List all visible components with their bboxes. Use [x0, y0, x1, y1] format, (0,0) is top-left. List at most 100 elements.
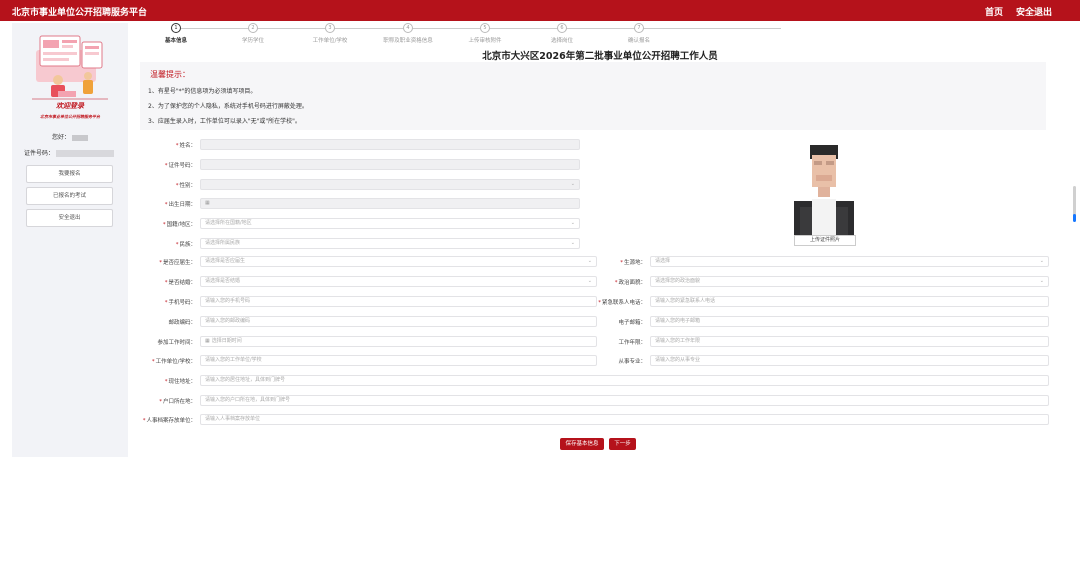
address-label: *现住地址： [164, 379, 196, 385]
greeting-label: 您好： [52, 134, 71, 141]
email-input[interactable]: 请输入您的电子邮箱 [650, 316, 1049, 327]
notice-box: 温馨提示： 1、有星号"*"的信息项为必须填写项目。 2、为了保护您的个人隐私，… [140, 62, 1046, 130]
years-input[interactable]: 请输入您的工作年限 [650, 336, 1049, 347]
nation-label: *国籍/地区： [162, 222, 196, 228]
save-basic-info-button[interactable]: 保存基本信息 [560, 438, 604, 450]
chevron-down-icon: ⌄ [570, 181, 575, 187]
step-number: 5 [480, 23, 490, 33]
step-qualifications[interactable]: 4 职称及职业资格信息 [373, 23, 443, 44]
work-unit-label: *工作单位/学校： [151, 359, 196, 365]
first-job-label: 参加工作时间： [157, 340, 196, 346]
archive-label: *人事档案存放单位： [142, 418, 196, 424]
postal-input[interactable]: 请输入您的邮政编码 [200, 316, 597, 327]
chevron-down-icon: ⌄ [1039, 258, 1044, 264]
emergency-label: *紧急联系人电话： [598, 300, 646, 306]
greeting: 您好： [52, 132, 89, 141]
name-field[interactable] [200, 139, 580, 150]
apply-button[interactable]: 我要报名 [26, 165, 113, 183]
political-label: *政治面貌： [614, 280, 646, 286]
married-label: *是否结婚： [164, 280, 196, 286]
nation-select[interactable]: 请选择所在国籍/地区 ⌄ [200, 218, 580, 229]
step-label: 职称及职业资格信息 [383, 38, 433, 44]
scrollbar-track[interactable] [1073, 186, 1076, 216]
step-education[interactable]: 2 学历学位 [218, 23, 288, 44]
hukou-label: *户口所在地： [159, 399, 196, 405]
id-label: *证件号码： [164, 163, 196, 169]
married-select[interactable]: 请选择是否结婚 ⌄ [200, 276, 597, 287]
gender-select[interactable]: ⌄ [200, 179, 580, 190]
name-label: *姓名： [175, 143, 196, 149]
fresh-grad-label: *是否应届生： [159, 260, 196, 266]
step-number: 2 [248, 23, 258, 33]
origin-select[interactable]: 请选择 ⌄ [650, 256, 1049, 267]
step-label: 选择岗位 [550, 38, 573, 44]
birth-label: *出生日期： [164, 202, 196, 208]
welcome-subtitle: 北京市事业单位公开招聘服务平台 [40, 114, 100, 119]
gender-label: *性别： [175, 183, 196, 189]
step-label: 学历学位 [241, 38, 264, 44]
emergency-input[interactable]: 请输入您的紧急联系人电话 [650, 296, 1049, 307]
ethnic-select[interactable]: 请选择所属民族 ⌄ [200, 238, 580, 249]
step-upload-attachments[interactable]: 5 上传审核附件 [450, 23, 520, 44]
notice-line: 1、有星号"*"的信息项为必须填写项目。 [148, 88, 257, 95]
years-label: 工作年限： [618, 340, 646, 346]
id-number-label: 证件号码： [24, 150, 55, 157]
notice-line: 3、应届生录入时，工作单位可以录入"无"或"所在学校"。 [148, 118, 301, 125]
step-number: 6 [557, 23, 567, 33]
step-choose-position[interactable]: 6 选择岗位 [527, 23, 597, 44]
postal-label: 邮政编码： [168, 320, 196, 326]
step-confirm[interactable]: 7 确认报名 [604, 23, 674, 44]
id-number-redacted [56, 150, 115, 157]
phone-input[interactable]: 请输入您的手机号码 [200, 296, 597, 307]
notice-title: 温馨提示： [150, 70, 190, 79]
chevron-down-icon: ⌄ [587, 278, 592, 284]
origin-label: *生源地： [620, 260, 646, 266]
email-label: 电子邮箱： [618, 320, 646, 326]
id-field[interactable] [200, 159, 580, 170]
step-label: 工作单位/学校 [312, 38, 348, 44]
next-step-button[interactable]: 下一步 [609, 438, 636, 450]
id-photo [790, 137, 858, 235]
welcome-illustration [32, 35, 108, 100]
step-label: 确认报名 [627, 38, 650, 44]
registered-exams-button[interactable]: 已报名的考试 [26, 187, 113, 205]
sidebar: 欢迎登录 北京市事业单位公开招聘服务平台 您好： 证件号码： 我要报名 已报名的… [12, 23, 128, 457]
sidebar-logout-button[interactable]: 安全退出 [26, 209, 113, 227]
phone-label: *手机号码： [164, 300, 196, 306]
nav-logout-link[interactable]: 安全退出 [1016, 5, 1052, 18]
top-header: 北京市事业单位公开招聘服务平台 首页 安全退出 [0, 0, 1080, 21]
upload-photo-button[interactable]: 上传证件照片 [794, 235, 856, 246]
chevron-down-icon: ⌄ [587, 258, 592, 264]
chevron-down-icon: ⌄ [570, 220, 575, 226]
step-number: 1 [171, 23, 181, 33]
ethnic-label: *民族： [175, 242, 196, 248]
step-number: 3 [325, 23, 335, 33]
calendar-icon: ▦ [205, 338, 210, 344]
step-work-unit[interactable]: 3 工作单位/学校 [295, 23, 365, 44]
id-number-row: 证件号码： [24, 148, 115, 157]
birth-date-field[interactable]: ▦ [200, 198, 580, 209]
step-label: 基本信息 [164, 38, 187, 44]
calendar-icon: ▦ [205, 200, 210, 206]
site-title: 北京市事业单位公开招聘服务平台 [12, 8, 148, 18]
work-unit-input[interactable]: 请输入您的工作单位/学校 [200, 355, 597, 366]
step-basic-info[interactable]: 1 基本信息 [141, 23, 211, 44]
step-number: 4 [403, 23, 413, 33]
address-input[interactable]: 请输入您的居住地址，具体到门牌号 [200, 375, 1049, 386]
nav-home-link[interactable]: 首页 [985, 5, 1003, 18]
notice-line: 2、为了保护您的个人隐私，系统对手机号码进行屏蔽处理。 [148, 103, 308, 110]
welcome-text: 欢迎登录 [56, 102, 84, 110]
archive-input[interactable]: 请输入人事档案存放单位 [200, 414, 1049, 425]
first-job-date[interactable]: ▦ 选择日期时间 [200, 336, 597, 347]
political-select[interactable]: 请选择您的政治面貌 ⌄ [650, 276, 1049, 287]
user-name-redacted [72, 134, 89, 141]
scrollbar-thumb[interactable] [1073, 214, 1076, 222]
major-label: 从事专业： [618, 359, 646, 365]
step-label: 上传审核附件 [468, 38, 502, 44]
page-title: 北京市大兴区2026年第二批事业单位公开招聘工作人员 [482, 51, 718, 62]
major-input[interactable]: 请输入您的从事专业 [650, 355, 1049, 366]
chevron-down-icon: ⌄ [570, 240, 575, 246]
fresh-grad-select[interactable]: 请选择是否应届生 ⌄ [200, 256, 597, 267]
hukou-input[interactable]: 请输入您的户口所在地，具体到门牌号 [200, 395, 1049, 406]
chevron-down-icon: ⌄ [1039, 278, 1044, 284]
